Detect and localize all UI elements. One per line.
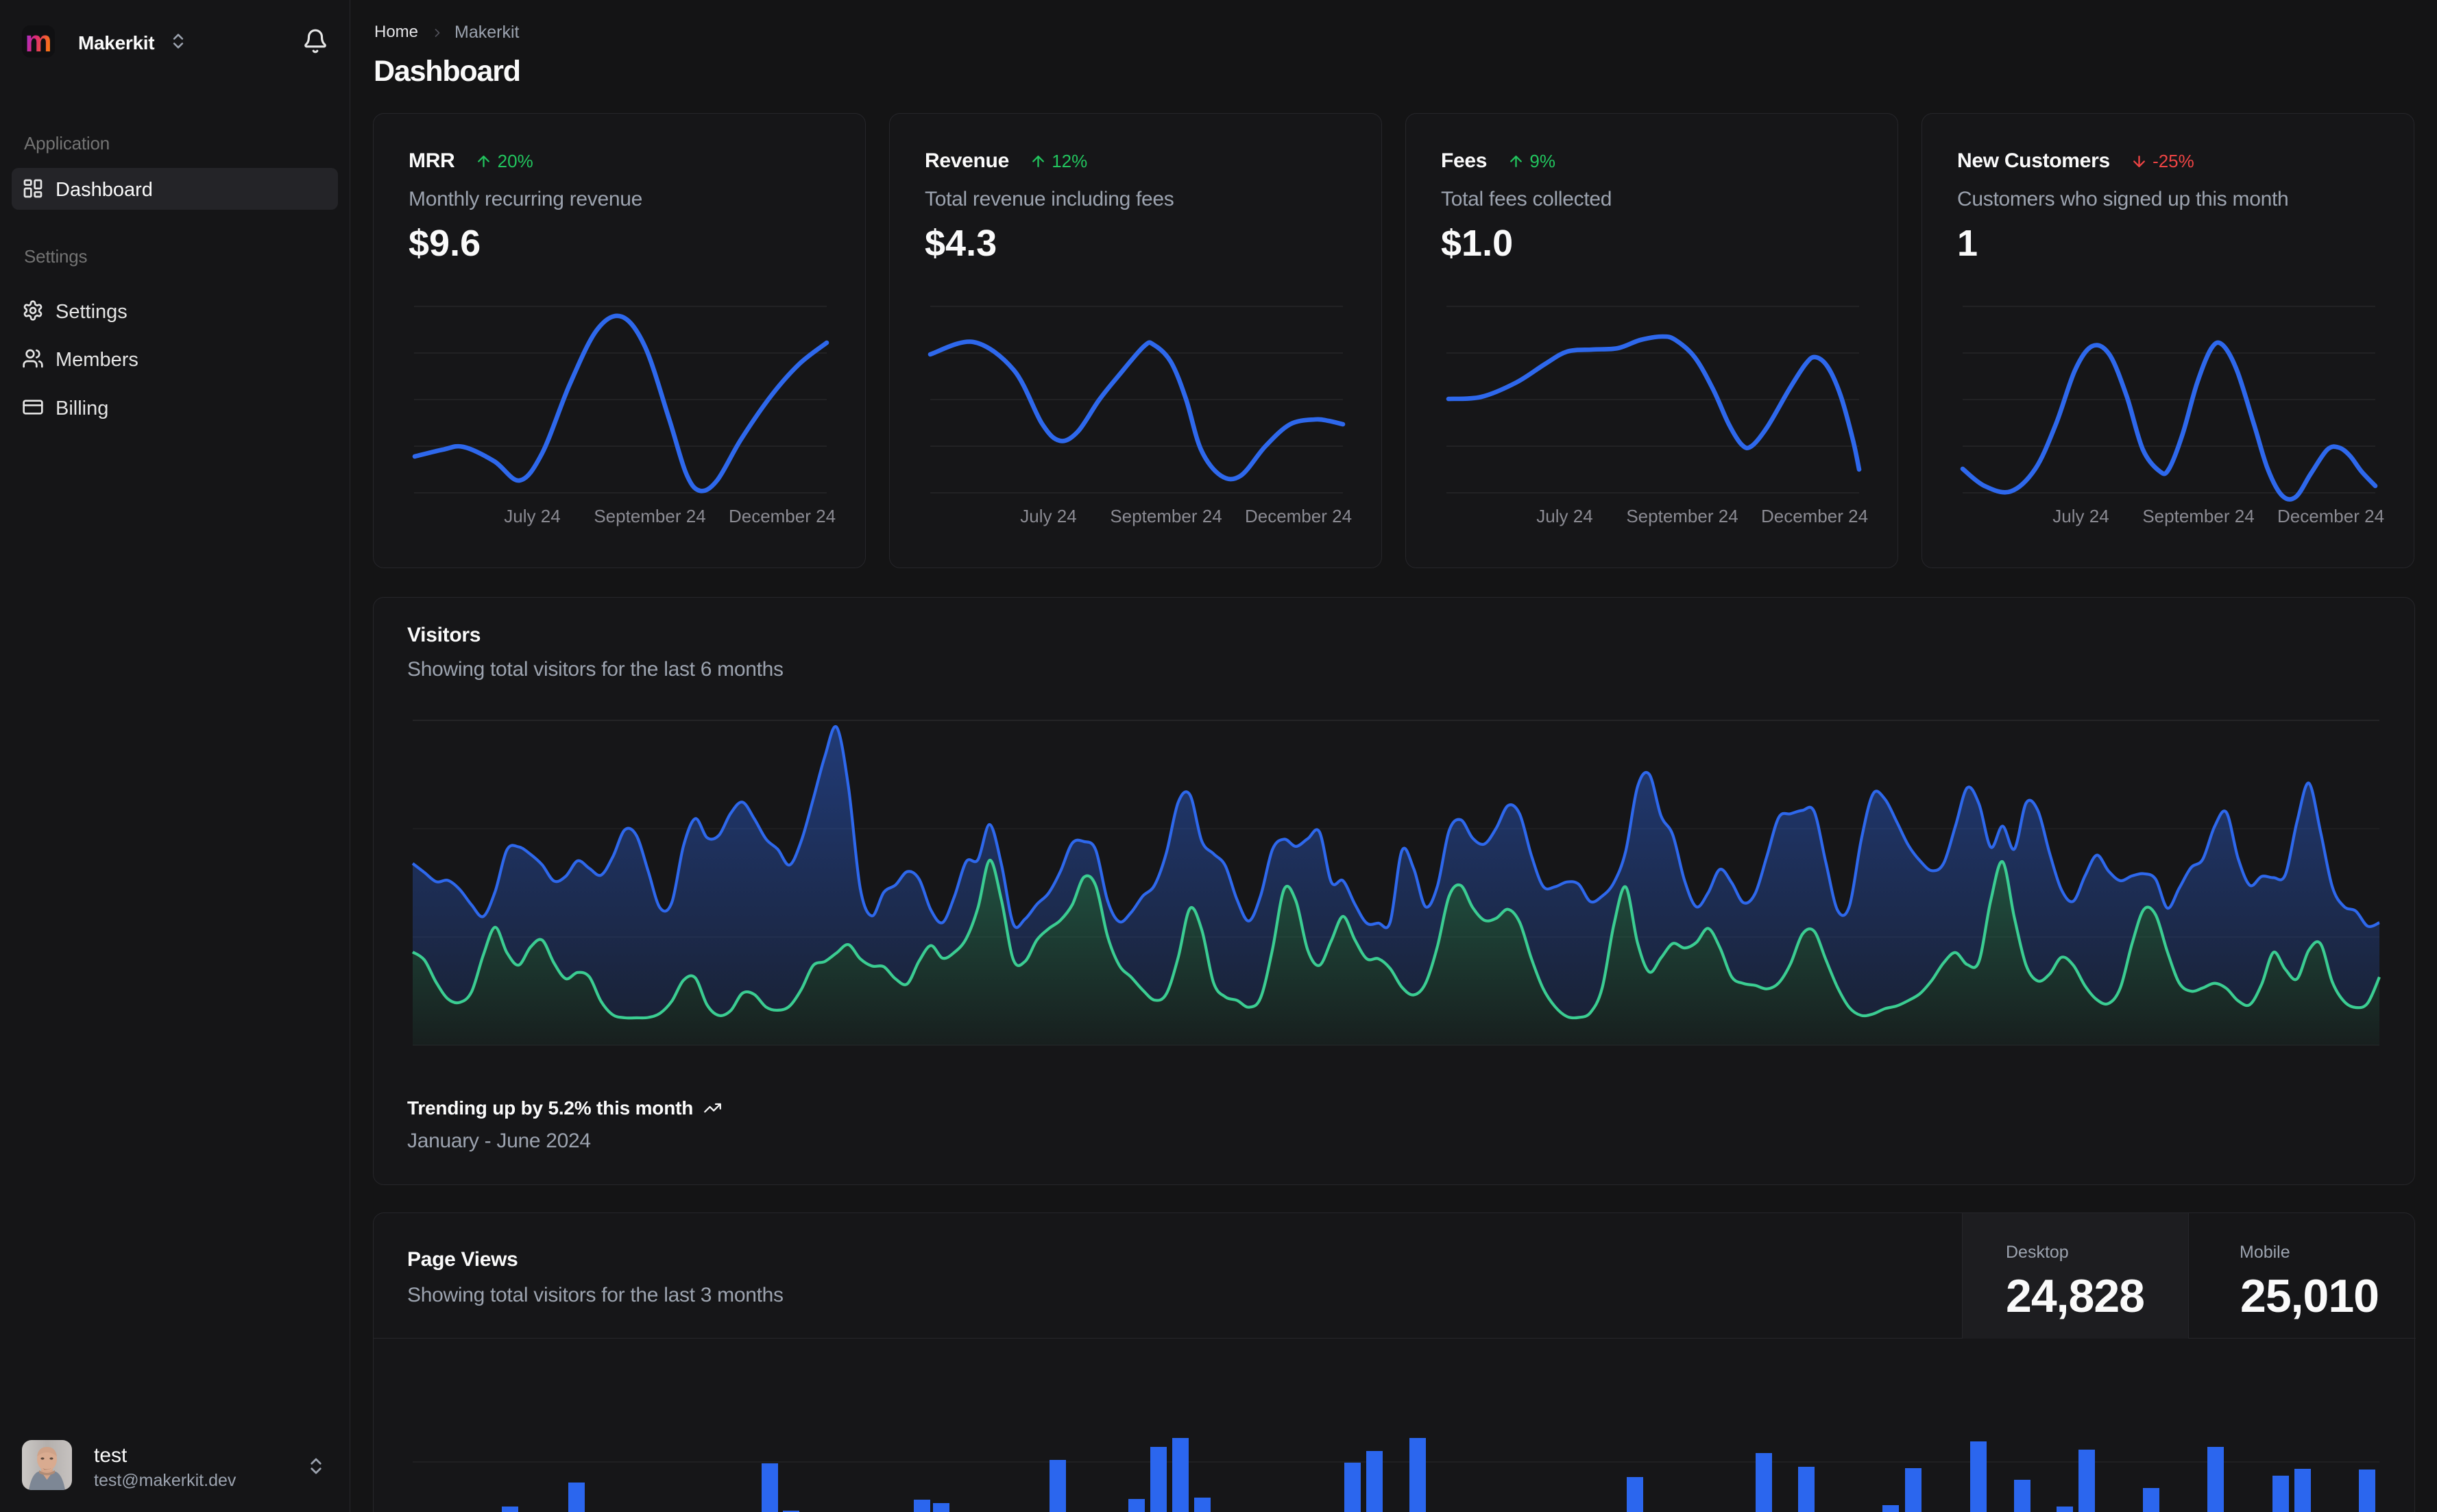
- svg-text:December 24: December 24: [1761, 506, 1868, 526]
- svg-text:September 24: September 24: [1626, 506, 1738, 526]
- svg-text:July 24: July 24: [1020, 506, 1076, 526]
- svg-text:m: m: [25, 25, 51, 58]
- svg-text:September 24: September 24: [2142, 506, 2254, 526]
- svg-text:September 24: September 24: [594, 506, 705, 526]
- svg-text:December 24: December 24: [1245, 506, 1352, 526]
- svg-text:July 24: July 24: [504, 506, 560, 526]
- svg-text:September 24: September 24: [1110, 506, 1222, 526]
- svg-text:July 24: July 24: [1536, 506, 1592, 526]
- svg-text:July 24: July 24: [2052, 506, 2109, 526]
- svg-text:December 24: December 24: [2277, 506, 2384, 526]
- svg-text:December 24: December 24: [729, 506, 836, 526]
